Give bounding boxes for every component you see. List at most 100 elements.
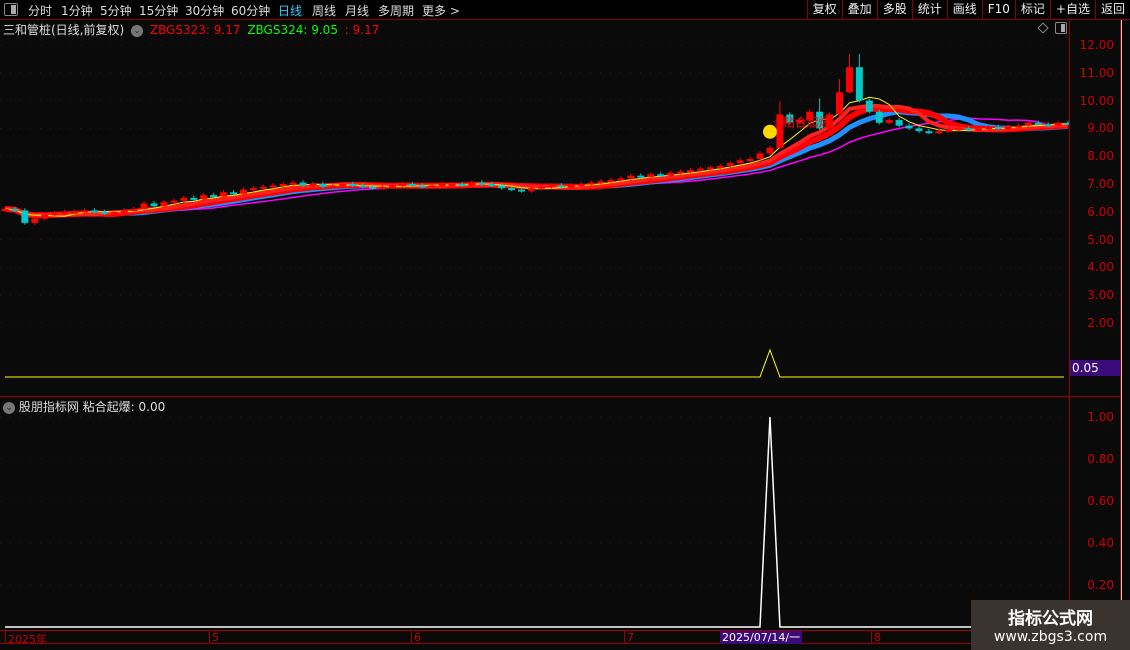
candle xyxy=(11,209,19,212)
candle xyxy=(259,186,267,189)
candle xyxy=(577,184,585,186)
candle xyxy=(150,203,158,207)
price-chart[interactable]: ☆粘合起爆 xyxy=(0,0,1069,630)
price-axis: 12.00 11.00 10.00 9.00 8.00 7.00 6.00 5.00 4.00 3… xyxy=(1069,20,1121,396)
price-tick: 12.00 xyxy=(1079,38,1114,52)
candle xyxy=(1044,124,1052,127)
candle xyxy=(100,211,108,214)
candle xyxy=(428,185,436,188)
candle xyxy=(90,210,98,213)
candle xyxy=(71,211,79,214)
candle xyxy=(468,182,476,186)
candle xyxy=(418,185,426,188)
price-tick: 8.00 xyxy=(1087,149,1114,164)
candle xyxy=(528,188,536,191)
candle xyxy=(607,179,615,182)
candle xyxy=(965,128,973,131)
current-value-badge: 0.05 xyxy=(1070,360,1120,376)
candle xyxy=(21,210,29,223)
candle xyxy=(498,185,506,189)
candle xyxy=(80,210,88,213)
candle xyxy=(845,67,853,93)
candle xyxy=(637,175,645,178)
candle xyxy=(478,182,486,185)
candle xyxy=(875,111,883,123)
candle xyxy=(269,185,277,188)
date-label: 6 xyxy=(411,631,421,644)
candle xyxy=(1014,125,1022,128)
candle xyxy=(716,165,724,168)
date-axis: 2025年 5 6 7 8 xyxy=(0,630,1121,646)
candle xyxy=(170,200,178,203)
indicator-title-bar: ⌄ 股朋指标网 粘合起爆: 0.00 xyxy=(3,398,165,415)
candle xyxy=(41,214,49,219)
price-tick: 3.00 xyxy=(1087,288,1114,303)
indicator-tick: 0.80 xyxy=(1087,452,1114,466)
candle xyxy=(349,184,357,186)
candle xyxy=(488,184,496,186)
candle xyxy=(925,131,933,134)
candle xyxy=(557,185,565,188)
side-panel-strip[interactable] xyxy=(1121,20,1130,650)
ma-band xyxy=(4,103,1069,218)
indicator-tick: 0.20 xyxy=(1087,578,1114,592)
price-tick: 11.00 xyxy=(1079,65,1114,80)
watermark-url: www.zbgs3.com xyxy=(993,629,1108,645)
candle xyxy=(379,186,387,189)
candle xyxy=(766,147,774,154)
indicator-line xyxy=(5,416,1064,628)
price-tick: 4.00 xyxy=(1087,260,1114,275)
candle xyxy=(120,210,128,213)
candle xyxy=(180,197,188,201)
candle xyxy=(667,172,675,176)
candle xyxy=(905,125,913,129)
candle xyxy=(597,181,605,184)
candle xyxy=(895,120,903,126)
toolbar-button[interactable]: 返回 xyxy=(1094,0,1130,20)
candle xyxy=(398,184,406,186)
price-tick: 5.00 xyxy=(1087,232,1114,247)
indicator-tick: 0.40 xyxy=(1087,536,1114,550)
candle xyxy=(160,202,168,207)
chevron-down-icon[interactable]: ⌄ xyxy=(3,401,15,414)
candle xyxy=(329,185,337,188)
indicator-title: 股朋指标网 粘合起爆: 0.00 xyxy=(18,400,166,414)
candle xyxy=(537,186,545,189)
candle xyxy=(706,167,714,170)
candle xyxy=(359,185,367,188)
signal-annotation: ☆粘合起爆 xyxy=(772,114,831,129)
candle xyxy=(756,153,764,159)
candle xyxy=(746,158,754,161)
date-label: 8 xyxy=(871,631,881,644)
candle xyxy=(299,182,307,186)
candle xyxy=(647,174,655,178)
candle xyxy=(130,209,138,212)
candle xyxy=(994,127,1002,130)
candle xyxy=(975,128,983,131)
indicator-axis: 1.00 0.80 0.60 0.40 0.20 xyxy=(1069,397,1121,630)
price-tick: 10.00 xyxy=(1079,93,1114,108)
candle xyxy=(31,218,39,223)
candle xyxy=(1024,122,1032,126)
date-label: 2025年 xyxy=(5,631,47,646)
candle xyxy=(865,100,873,112)
candle xyxy=(200,195,208,200)
candle xyxy=(229,192,237,195)
indicator-tick: 0.60 xyxy=(1087,494,1114,508)
candle xyxy=(1054,122,1062,126)
candle xyxy=(935,131,943,134)
price-tick: 2.00 xyxy=(1087,316,1114,330)
candle xyxy=(110,211,118,214)
candle xyxy=(140,203,148,210)
candle xyxy=(448,184,456,186)
candle xyxy=(855,67,863,101)
candle xyxy=(458,184,466,186)
watermark-title: 指标公式网 xyxy=(1008,609,1093,629)
watermark: 指标公式网 www.zbgs3.com xyxy=(971,600,1130,650)
pane-divider[interactable] xyxy=(0,396,1121,397)
candle xyxy=(51,213,59,216)
candle xyxy=(508,188,516,191)
candle xyxy=(945,129,953,132)
date-label: 5 xyxy=(209,631,219,644)
price-tick: 6.00 xyxy=(1087,204,1114,219)
